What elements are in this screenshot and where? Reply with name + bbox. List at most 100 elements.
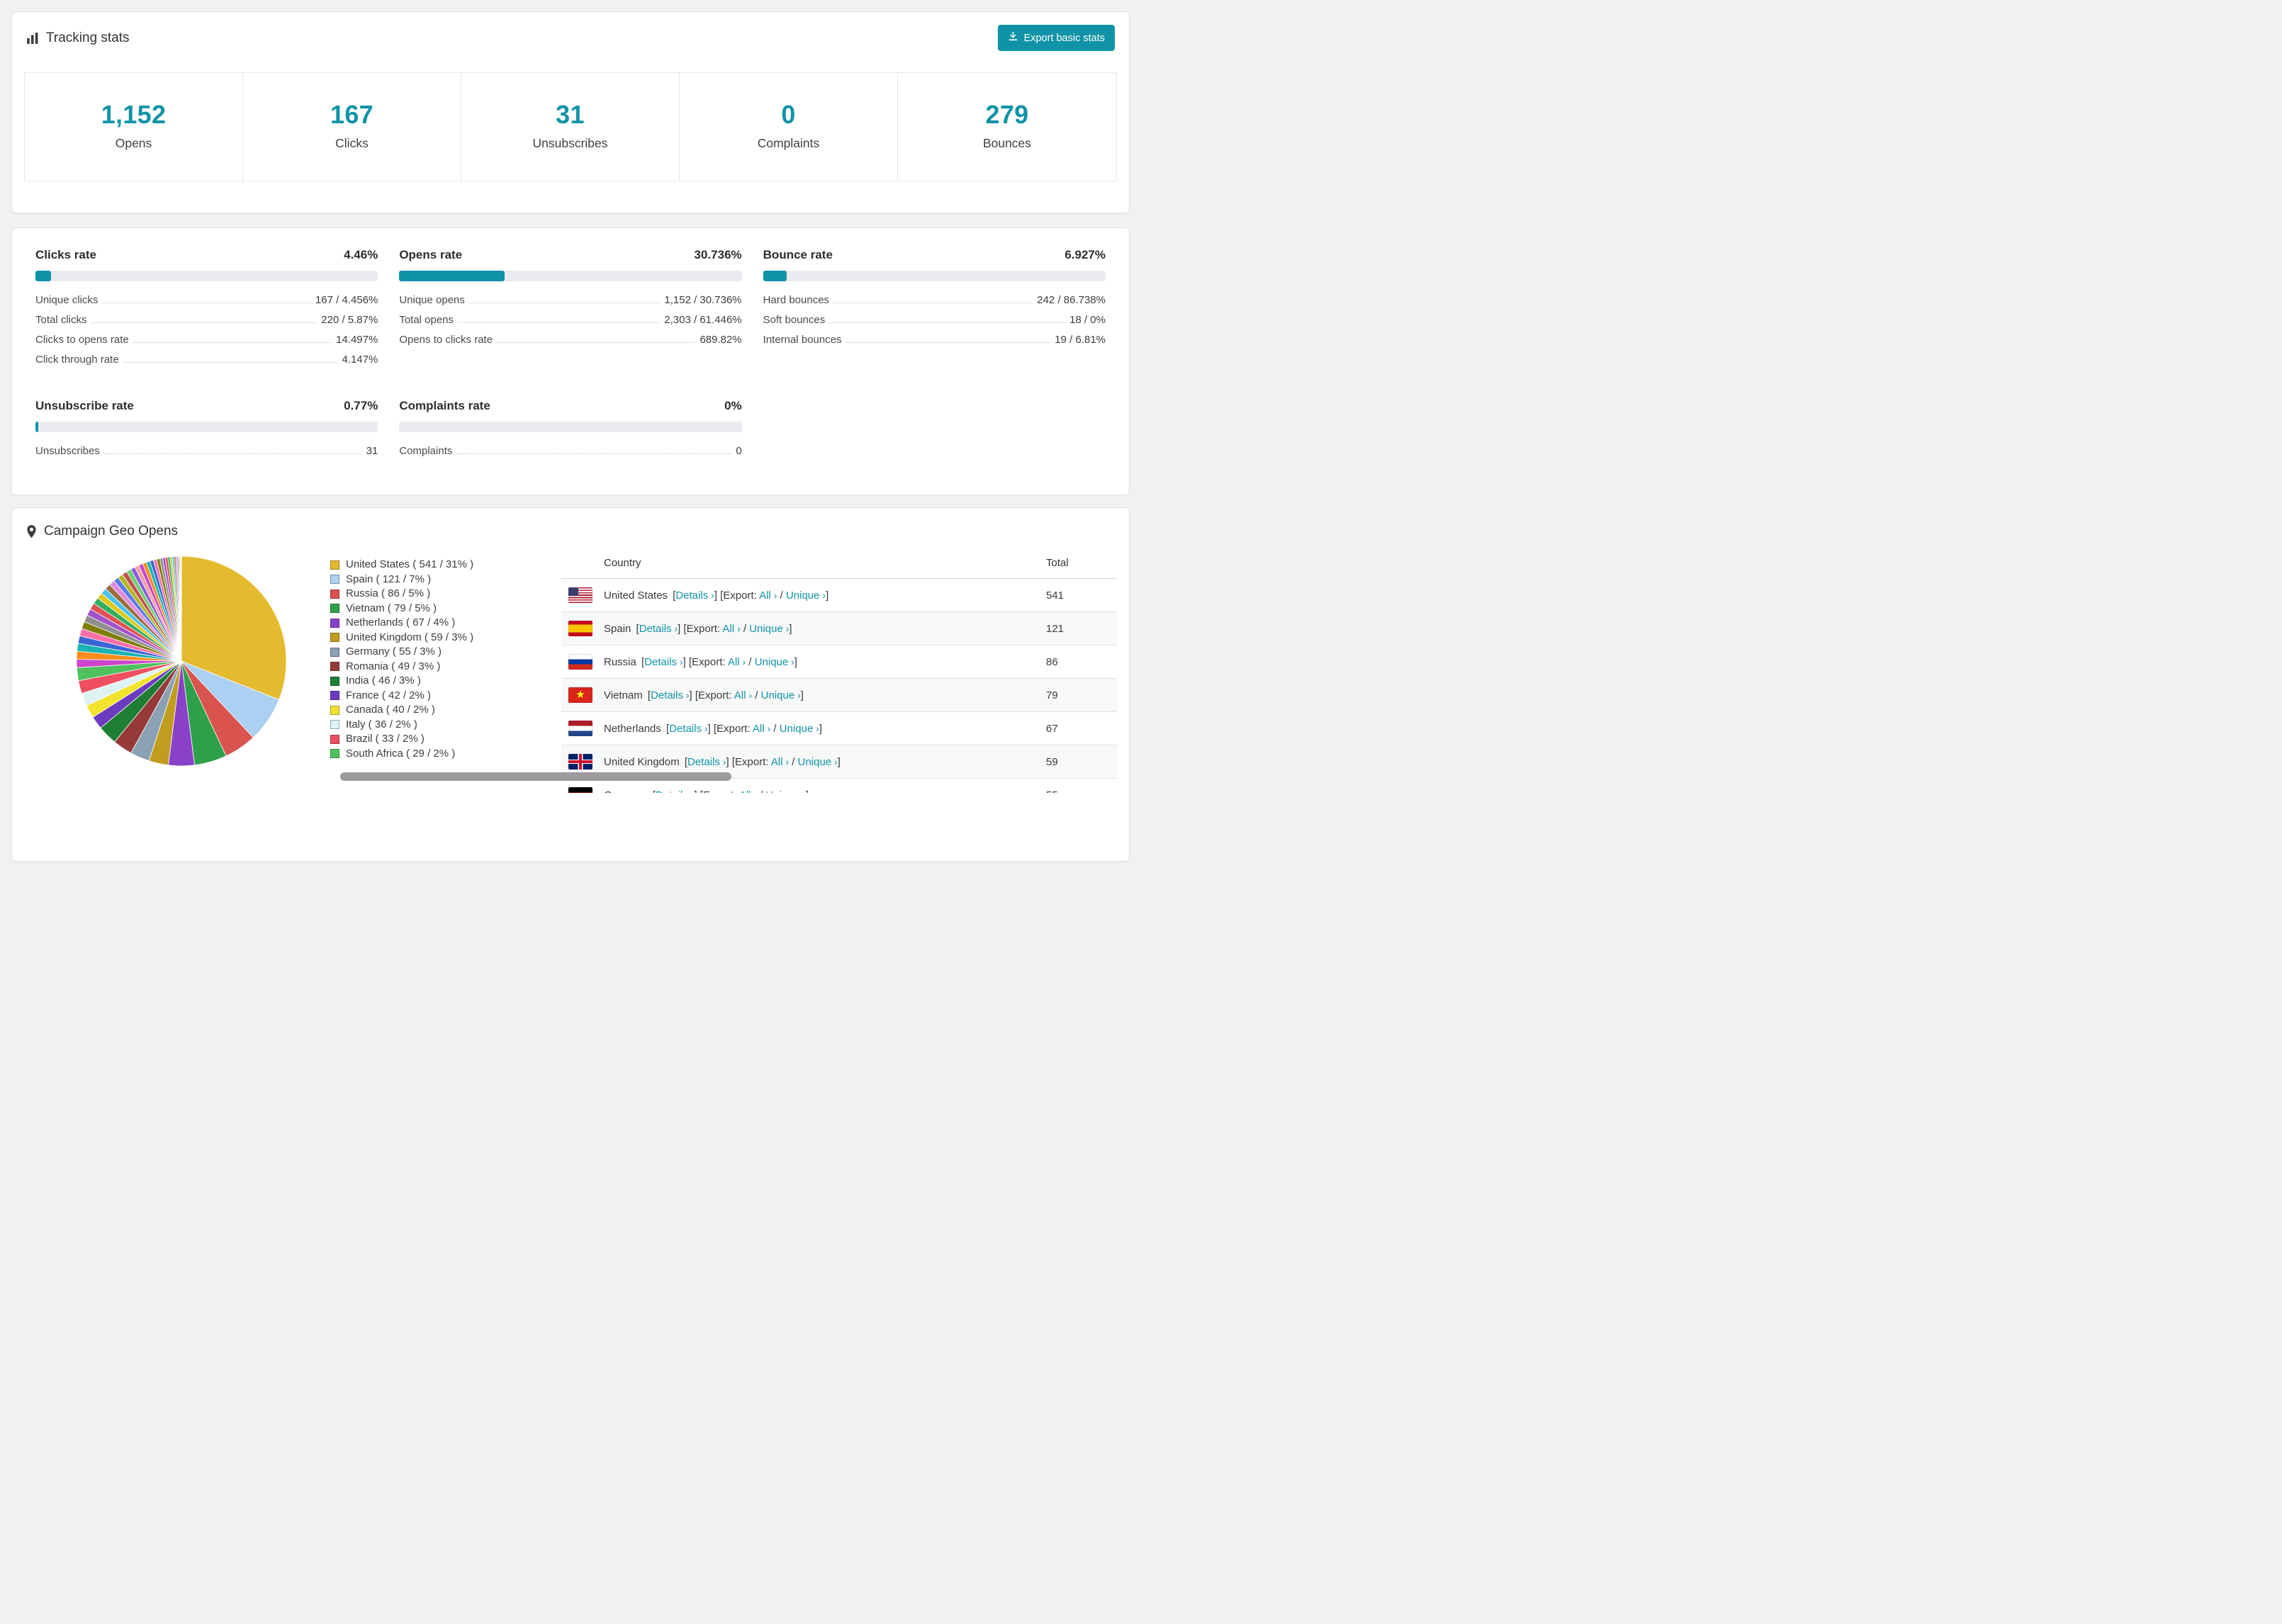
- legend-swatch: [330, 705, 339, 715]
- country-name: United Kingdom: [604, 755, 680, 768]
- export-all-link[interactable]: All: [734, 689, 752, 701]
- detail-label: Total opens: [399, 314, 454, 326]
- legend-item-united-states[interactable]: United States ( 541 / 31% ): [330, 558, 561, 573]
- legend-item-spain[interactable]: Spain ( 121 / 7% ): [330, 573, 561, 587]
- geo-table: Country Total United States [Details] [E…: [561, 548, 1117, 793]
- detail-label: Complaints: [399, 445, 453, 457]
- legend-item-canada[interactable]: Canada ( 40 / 2% ): [330, 703, 561, 718]
- legend-item-united-kingdom[interactable]: United Kingdom ( 59 / 3% ): [330, 631, 561, 645]
- details-link[interactable]: Details: [639, 623, 678, 635]
- export-unique-link[interactable]: Unique: [761, 689, 801, 701]
- detail-label: Unique clicks: [35, 294, 99, 306]
- stat-label: Unsubscribes: [532, 136, 608, 150]
- legend-label: South Africa ( 29 / 2% ): [346, 747, 456, 760]
- export-label: Export:: [716, 722, 753, 735]
- legend-item-vietnam[interactable]: Vietnam ( 79 / 5% ): [330, 602, 561, 616]
- export-unique-link[interactable]: Unique: [798, 756, 838, 768]
- export-unique-link[interactable]: Unique: [755, 656, 794, 668]
- rate-value: 30.736%: [694, 248, 742, 261]
- legend-label: Vietnam ( 79 / 5% ): [346, 602, 437, 614]
- legend-item-france[interactable]: France ( 42 / 2% ): [330, 689, 561, 704]
- rate-detail-row: Opens to clicks rate 689.82%: [399, 334, 741, 354]
- rate-head: Clicks rate 4.46%: [35, 248, 378, 262]
- details-link[interactable]: Details: [687, 756, 726, 768]
- rate-head: Complaints rate 0%: [399, 399, 741, 413]
- export-label: Export:: [698, 689, 734, 701]
- geo-pie-wrap: [47, 548, 316, 793]
- legend-label: Italy ( 36 / 2% ): [346, 718, 417, 731]
- geo-table-body: United States [Details] [Export: All / U…: [561, 578, 1117, 794]
- rate-detail-row: Soft bounces 18 / 0%: [763, 314, 1106, 334]
- detail-label: Hard bounces: [763, 294, 830, 306]
- detail-value: 0: [736, 445, 742, 457]
- country-name: Russia: [604, 655, 636, 668]
- legend-label: United States ( 541 / 31% ): [346, 558, 474, 570]
- details-link[interactable]: Details: [644, 656, 682, 668]
- export-all-link[interactable]: All: [728, 656, 746, 668]
- rate-title: Complaints rate: [399, 399, 490, 412]
- legend-item-netherlands[interactable]: Netherlands ( 67 / 4% ): [330, 616, 561, 631]
- rate-block-bounce-rate: Bounce rate 6.927% Hard bounces 242 / 86.73…: [763, 248, 1106, 373]
- details-link[interactable]: Details: [669, 723, 707, 735]
- legend-label: Spain ( 121 / 7% ): [346, 573, 432, 585]
- es-flag-icon: [568, 621, 592, 636]
- rate-detail-row: Total opens 2,303 / 61.446%: [399, 314, 741, 334]
- legend-item-south-africa[interactable]: South Africa ( 29 / 2% ): [330, 747, 561, 762]
- detail-label: Unsubscribes: [35, 445, 100, 457]
- geo-table-header-row: Country Total: [561, 548, 1117, 579]
- country-name: Netherlands: [604, 722, 661, 735]
- export-all-link[interactable]: All: [771, 756, 789, 768]
- details-link[interactable]: Details: [651, 689, 689, 701]
- export-label: Export:: [703, 789, 739, 794]
- table-row-spain: Spain [Details] [Export: All / Unique]12…: [561, 611, 1117, 645]
- table-row-netherlands: Netherlands [Details] [Export: All / Uni…: [561, 711, 1117, 745]
- export-label: Export:: [692, 655, 728, 668]
- rate-value: 0.77%: [344, 399, 378, 412]
- dotted-leader: [829, 322, 1066, 323]
- export-unique-link[interactable]: Unique: [766, 789, 806, 794]
- export-all-link[interactable]: All: [753, 723, 770, 735]
- legend-item-india[interactable]: India ( 46 / 3% ): [330, 674, 561, 689]
- rate-detail-row: Clicks to opens rate 14.497%: [35, 334, 378, 354]
- export-unique-link[interactable]: Unique: [749, 623, 789, 635]
- dotted-leader: [133, 342, 332, 343]
- dotted-leader: [458, 322, 661, 323]
- legend-item-italy[interactable]: Italy ( 36 / 2% ): [330, 718, 561, 733]
- export-all-link[interactable]: All: [759, 590, 777, 602]
- progress-bar: [35, 271, 378, 281]
- export-basic-stats-button[interactable]: Export basic stats: [997, 25, 1115, 51]
- legend-item-brazil[interactable]: Brazil ( 33 / 2% ): [330, 732, 561, 747]
- map-pin-icon: [26, 524, 37, 538]
- legend-swatch: [330, 589, 339, 599]
- details-link[interactable]: Details: [675, 590, 714, 602]
- country-name: Spain: [604, 622, 631, 635]
- export-unique-link[interactable]: Unique: [780, 723, 819, 735]
- export-all-link[interactable]: All: [739, 789, 757, 794]
- country-cell: Russia [Details] [Export: All / Unique]: [598, 645, 1040, 679]
- legend-swatch: [330, 720, 339, 730]
- geo-table-wrap: Country Total United States [Details] [E…: [561, 548, 1117, 793]
- export-unique-link[interactable]: Unique: [786, 590, 826, 602]
- legend-label: Brazil ( 33 / 2% ): [346, 733, 425, 745]
- stat-cell-bounces: 279 Bounces: [898, 73, 1116, 181]
- detail-value: 4.147%: [342, 354, 378, 366]
- geo-header: Campaign Geo Opens: [12, 508, 1129, 545]
- detail-label: Internal bounces: [763, 334, 842, 346]
- legend-swatch: [330, 633, 339, 643]
- rate-value: 0%: [724, 399, 742, 412]
- stat-cell-opens: 1,152 Opens: [25, 73, 243, 181]
- flag-column-header: [561, 548, 598, 579]
- details-link[interactable]: Details: [656, 789, 694, 794]
- legend-item-romania[interactable]: Romania ( 49 / 3% ): [330, 660, 561, 675]
- progress-fill: [399, 271, 505, 281]
- horizontal-scrollbar-thumb[interactable]: [340, 772, 731, 781]
- tracking-stats-title: Tracking stats: [46, 30, 130, 45]
- stat-cell-complaints: 0 Complaints: [680, 73, 898, 181]
- export-all-link[interactable]: All: [723, 623, 741, 635]
- vn-flag-icon: [568, 687, 592, 703]
- legend-item-germany[interactable]: Germany ( 55 / 3% ): [330, 645, 561, 660]
- us-flag-icon: [568, 587, 592, 603]
- legend-label: Canada ( 40 / 2% ): [346, 704, 435, 716]
- geo-legend: United States ( 541 / 31% ) Spain ( 121 /…: [316, 548, 561, 793]
- legend-item-russia[interactable]: Russia ( 86 / 5% ): [330, 587, 561, 602]
